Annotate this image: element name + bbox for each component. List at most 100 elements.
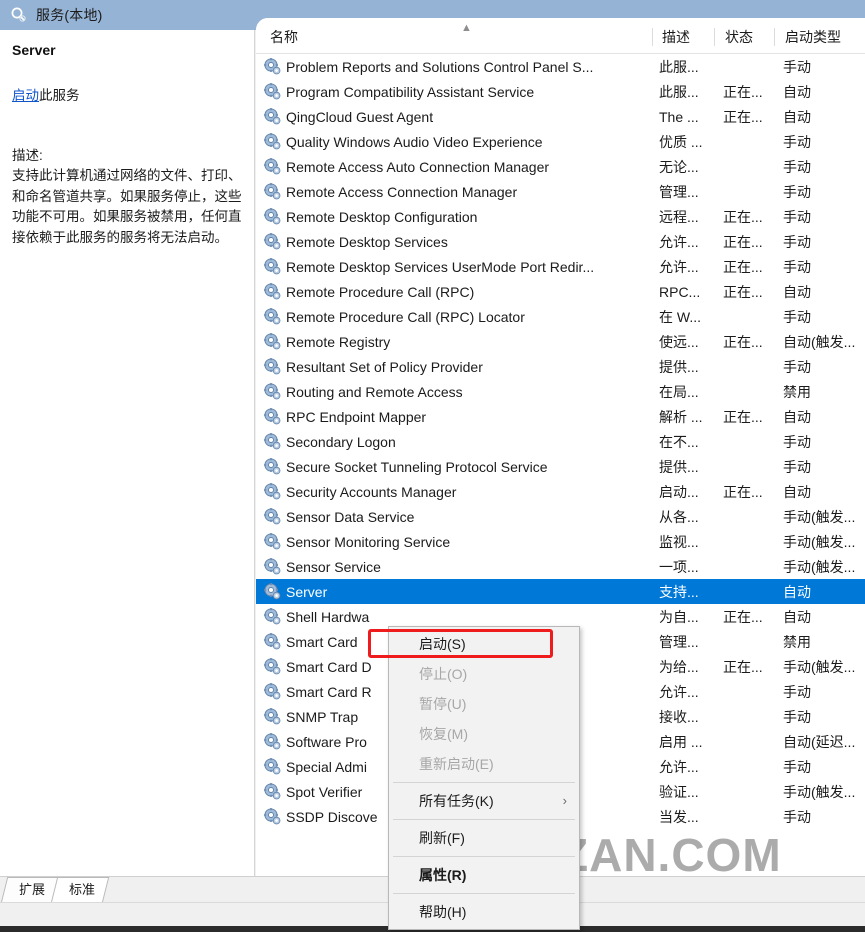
cell-service-name: Shell Hardwa	[286, 608, 370, 625]
start-service-link[interactable]: 启动	[12, 88, 39, 103]
cell-startup-type: 手动(触发...	[783, 508, 856, 525]
service-gear-icon	[264, 558, 281, 575]
column-header-startup-type[interactable]: 启动类型	[785, 27, 841, 47]
menu-separator	[393, 819, 575, 820]
cell-description: 监视...	[659, 533, 699, 550]
cell-description: 优质 ...	[659, 133, 703, 150]
table-row[interactable]: Remote Procedure Call (RPC) Locator 在 W..…	[256, 304, 865, 329]
table-row[interactable]: Program Compatibility Assistant Service 此…	[256, 79, 865, 104]
menu-separator	[393, 893, 575, 894]
table-row[interactable]: Server 支持... 自动	[256, 579, 865, 604]
column-header-name[interactable]: 名称	[270, 27, 298, 47]
cell-service-name: Smart Card D	[286, 658, 372, 675]
table-row[interactable]: Remote Desktop Services UserMode Port Re…	[256, 254, 865, 279]
cell-description: 远程...	[659, 208, 699, 225]
cell-description: RPC...	[659, 283, 701, 300]
cell-startup-type: 手动	[783, 133, 811, 150]
service-gear-icon	[264, 533, 281, 550]
cell-status: 正在...	[723, 333, 763, 350]
cell-status: 正在...	[723, 233, 763, 250]
service-gear-icon	[264, 658, 281, 675]
table-row[interactable]: RPC Endpoint Mapper 解析 ... 正在... 自动	[256, 404, 865, 429]
table-row[interactable]: Resultant Set of Policy Provider 提供... 手动	[256, 354, 865, 379]
cell-service-name: Remote Access Auto Connection Manager	[286, 158, 550, 175]
service-gear-icon	[264, 158, 281, 175]
cell-service-name: Secondary Logon	[286, 433, 396, 450]
cell-startup-type: 手动	[783, 308, 811, 325]
table-row[interactable]: Sensor Monitoring Service 监视... 手动(触发...	[256, 529, 865, 554]
menu-item[interactable]: 启动(S)	[389, 629, 579, 659]
table-row[interactable]: Remote Procedure Call (RPC) RPC... 正在... 自动	[256, 279, 865, 304]
cell-service-name: Remote Desktop Services	[286, 233, 448, 250]
cell-description: 一项...	[659, 558, 699, 575]
table-row[interactable]: Security Accounts Manager 启动... 正在... 自动	[256, 479, 865, 504]
service-gear-icon	[264, 408, 281, 425]
header-divider	[652, 28, 653, 46]
cell-description: 在 W...	[659, 308, 701, 325]
cell-startup-type: 手动	[783, 358, 811, 375]
menu-separator	[393, 856, 575, 857]
cell-description: 提供...	[659, 458, 699, 475]
cell-service-name: Spot Verifier	[286, 783, 363, 800]
table-row[interactable]: QingCloud Guest Agent The ... 正在... 自动	[256, 104, 865, 129]
menu-item[interactable]: 刷新(F)	[389, 823, 579, 853]
column-header-description[interactable]: 描述	[662, 27, 690, 47]
table-row[interactable]: Quality Windows Audio Video Experience 优质…	[256, 129, 865, 154]
window-title: 服务(本地)	[36, 7, 103, 23]
menu-item[interactable]: 所有任务(K) ›	[389, 786, 579, 816]
menu-item-label: 属性(R)	[419, 867, 467, 883]
column-header-status[interactable]: 状态	[725, 27, 753, 47]
cell-description: 验证...	[659, 783, 699, 800]
cell-description: 无论...	[659, 158, 699, 175]
table-row[interactable]: Sensor Data Service 从各... 手动(触发...	[256, 504, 865, 529]
menu-item: 重新启动(E)	[389, 749, 579, 779]
cell-description: 使远...	[659, 333, 699, 350]
cell-startup-type: 自动	[783, 283, 811, 300]
service-gear-icon	[264, 583, 281, 600]
table-row[interactable]: Problem Reports and Solutions Control Pa…	[256, 54, 865, 79]
cell-startup-type: 手动	[783, 458, 811, 475]
service-context-menu[interactable]: 启动(S) 停止(O) 暂停(U) 恢复(M) 重新启动(E) 所有任务(K) › 刷新(F)…	[388, 626, 580, 930]
cell-description: 从各...	[659, 508, 699, 525]
cell-service-name: Sensor Monitoring Service	[286, 533, 451, 550]
menu-item[interactable]: 帮助(H)	[389, 897, 579, 927]
list-column-header: 名称 ▲ 描述 状态 启动类型	[256, 18, 865, 54]
table-row[interactable]: Remote Access Connection Manager 管理... 手动	[256, 179, 865, 204]
cell-service-name: Remote Desktop Configuration	[286, 208, 478, 225]
cell-service-name: Smart Card R	[286, 683, 372, 700]
cell-startup-type: 手动	[783, 58, 811, 75]
table-row[interactable]: Remote Access Auto Connection Manager 无论.…	[256, 154, 865, 179]
menu-separator	[393, 782, 575, 783]
table-row[interactable]: Secondary Logon 在不... 手动	[256, 429, 865, 454]
table-row[interactable]: Routing and Remote Access 在局... 禁用	[256, 379, 865, 404]
tab-standard[interactable]: 标准	[50, 877, 110, 903]
cell-startup-type: 自动	[783, 83, 811, 100]
cell-description: 支持...	[659, 583, 699, 600]
table-row[interactable]: Remote Desktop Configuration 远程... 正在... 手动	[256, 204, 865, 229]
cell-startup-type: 手动	[783, 233, 811, 250]
cell-description: 解析 ...	[659, 408, 703, 425]
tab-extended[interactable]: 扩展	[0, 877, 60, 903]
menu-item-label: 停止(O)	[419, 666, 468, 682]
cell-startup-type: 手动	[783, 683, 811, 700]
table-row[interactable]: Secure Socket Tunneling Protocol Service…	[256, 454, 865, 479]
cell-service-name: Remote Procedure Call (RPC) Locator	[286, 308, 525, 325]
table-row[interactable]: Remote Registry 使远... 正在... 自动(触发...	[256, 329, 865, 354]
menu-item[interactable]: 属性(R)	[389, 860, 579, 890]
service-gear-icon	[264, 733, 281, 750]
cell-description: 允许...	[659, 758, 699, 775]
cell-service-name: SNMP Trap	[286, 708, 359, 725]
table-row[interactable]: Sensor Service 一项... 手动(触发...	[256, 554, 865, 579]
cell-service-name: QingCloud Guest Agent	[286, 108, 434, 125]
cell-service-name: Program Compatibility Assistant Service	[286, 83, 535, 100]
description-label: 描述:	[12, 148, 43, 163]
cell-service-name: Remote Access Connection Manager	[286, 183, 518, 200]
service-gear-icon	[264, 808, 281, 825]
cell-service-name: Sensor Data Service	[286, 508, 415, 525]
service-gear-icon	[264, 708, 281, 725]
services-magnifier-icon	[10, 6, 28, 24]
menu-item-label: 帮助(H)	[419, 904, 467, 920]
table-row[interactable]: Remote Desktop Services 允许... 正在... 手动	[256, 229, 865, 254]
cell-description: 启用 ...	[659, 733, 703, 750]
cell-startup-type: 手动	[783, 808, 811, 825]
